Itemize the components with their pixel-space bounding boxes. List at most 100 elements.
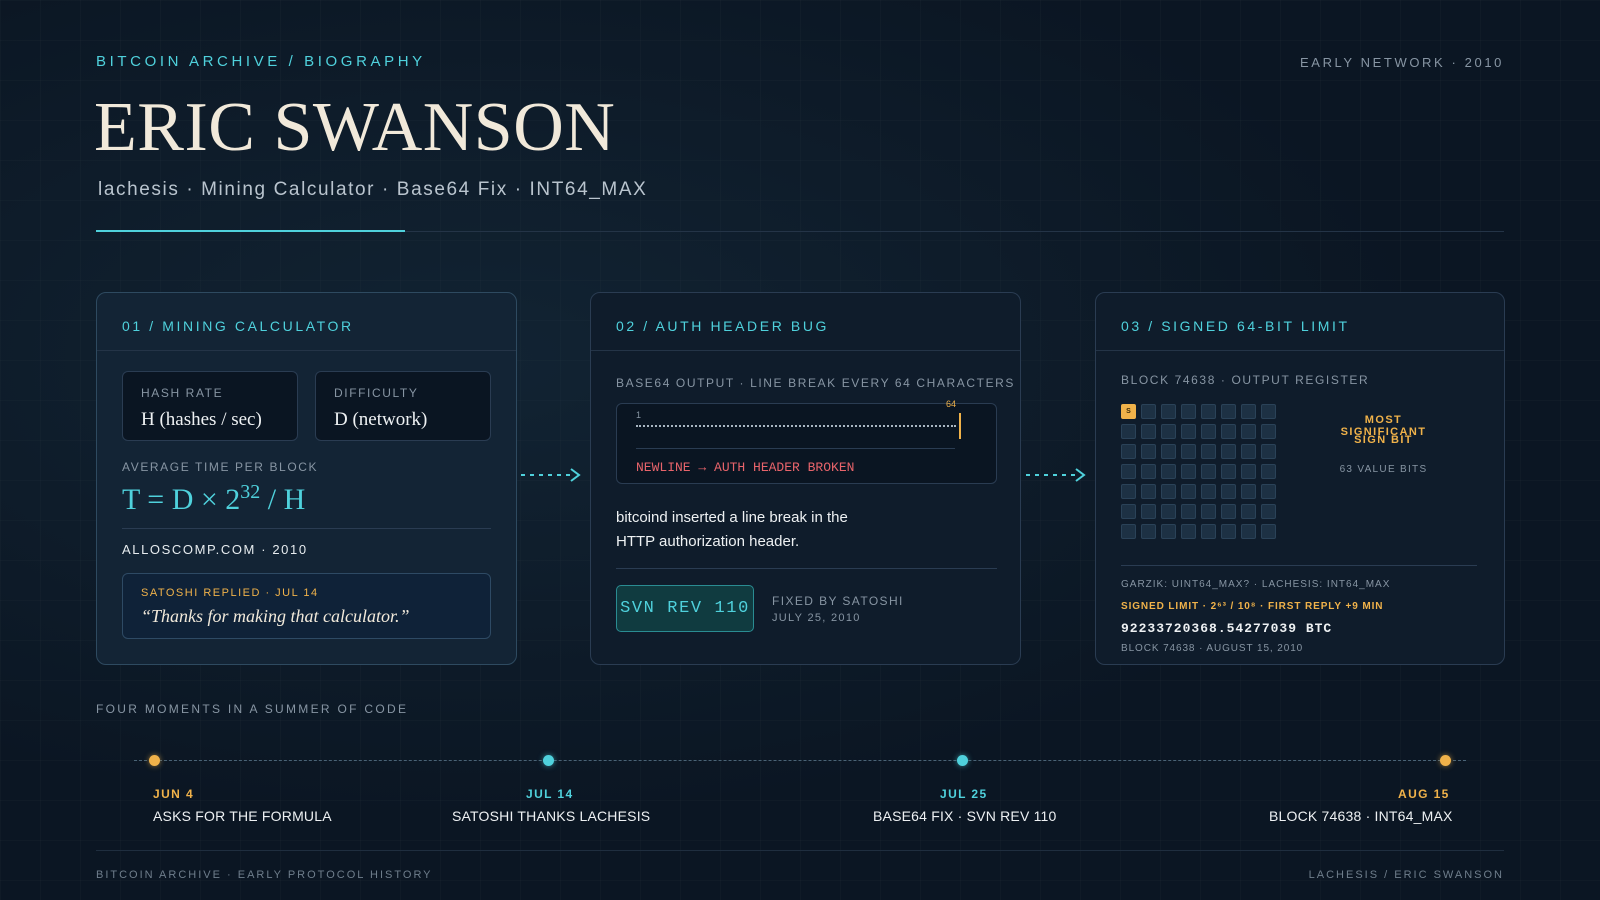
bit-register-grid: S <box>1121 404 1277 539</box>
value-bit-cell <box>1201 524 1216 539</box>
value-bit-cell <box>1241 484 1256 499</box>
moment-text: BLOCK 74638 · INT64_MAX <box>1269 808 1453 824</box>
timeline-dot <box>149 755 160 766</box>
timeline-dot <box>957 755 968 766</box>
moment-date: JUN 4 <box>153 787 195 801</box>
svn-revision-badge: SVN REV 110 <box>616 585 754 632</box>
reply-label: SATOSHI REPLIED · JUL 14 <box>141 587 319 599</box>
hash-rate-field: HASH RATE H (hashes / sec) <box>122 371 298 441</box>
value-bit-cell <box>1201 484 1216 499</box>
value-bit-cell <box>1121 484 1136 499</box>
error-message: NEWLINE → AUTH HEADER BROKEN <box>636 460 855 475</box>
value-bit-cell <box>1181 424 1196 439</box>
line-break-marker <box>959 413 961 439</box>
value-bit-cell <box>1161 424 1176 439</box>
value-bit-cell <box>1121 504 1136 519</box>
site-credit: ALLOSCOMP.COM · 2010 <box>122 542 308 557</box>
value-bit-cell <box>1141 404 1156 419</box>
satoshi-reply-quote: SATOSHI REPLIED · JUL 14 “Thanks for mak… <box>122 573 491 639</box>
arrow-right-icon <box>1026 468 1086 482</box>
signed-64bit-limit-card: 03 / SIGNED 64-BIT LIMIT BLOCK 74638 · O… <box>1095 292 1505 665</box>
value-bit-cell <box>1121 444 1136 459</box>
value-bit-cell <box>1201 464 1216 479</box>
btc-output-value: 92233720368.54277039 BTC <box>1121 621 1333 636</box>
divider <box>616 568 997 569</box>
mining-calculator-card: 01 / MINING CALCULATOR HASH RATE H (hash… <box>96 292 517 665</box>
difficulty-value: D (network) <box>334 409 428 430</box>
block-time-formula: T = D × 232 / H <box>122 481 305 517</box>
value-bit-cell <box>1221 464 1236 479</box>
value-bit-cell <box>1121 524 1136 539</box>
value-bit-cell <box>1221 404 1236 419</box>
value-bit-cell <box>1161 524 1176 539</box>
value-bit-cell <box>1181 504 1196 519</box>
card-title: 01 / MINING CALCULATOR <box>97 293 516 351</box>
value-bit-cell <box>1261 484 1276 499</box>
divider <box>1121 565 1477 566</box>
divider <box>122 528 491 529</box>
garzik-note: GARZIK: UINT64_MAX? · LACHESIS: INT64_MA… <box>1121 579 1391 590</box>
timeline-dot <box>1440 755 1451 766</box>
value-bit-cell <box>1261 464 1276 479</box>
value-bit-cell <box>1241 444 1256 459</box>
footer-right: LACHESIS / ERIC SWANSON <box>1308 869 1504 881</box>
value-bit-cell <box>1241 504 1256 519</box>
value-bit-cell <box>1161 464 1176 479</box>
value-bit-cell <box>1241 524 1256 539</box>
value-bit-cell <box>1181 484 1196 499</box>
moment-date: JUL 25 <box>940 787 988 801</box>
value-bit-cell <box>1201 404 1216 419</box>
value-bit-cell <box>1261 444 1276 459</box>
fixed-by-label: FIXED BY SATOSHI <box>772 594 904 608</box>
value-bit-cell <box>1141 424 1156 439</box>
msb-label-line2: SIGN BIT <box>1354 434 1413 446</box>
moment-date: JUL 14 <box>526 787 574 801</box>
formula-exponent: 32 <box>240 481 261 503</box>
era-label: EARLY NETWORK · 2010 <box>1300 55 1504 70</box>
value-bit-cell <box>1261 424 1276 439</box>
sign-bit-cell: S <box>1121 404 1136 419</box>
page-subtitle: lachesis · Mining Calculator · Base64 Fi… <box>98 179 648 200</box>
value-bit-cell <box>1221 424 1236 439</box>
value-bit-cell <box>1201 504 1216 519</box>
value-bit-cell <box>1241 424 1256 439</box>
hash-rate-label: HASH RATE <box>141 386 224 400</box>
value-bit-cell <box>1201 444 1216 459</box>
value-bit-cell <box>1221 444 1236 459</box>
char-index-end: 64 <box>946 399 957 409</box>
value-bit-cell <box>1141 504 1156 519</box>
value-bit-cell <box>1121 424 1136 439</box>
value-bit-cell <box>1241 404 1256 419</box>
base64-output-display: 1 64 NEWLINE → AUTH HEADER BROKEN <box>616 399 997 484</box>
moment-date: AUG 15 <box>1398 787 1450 801</box>
arrow-right-icon <box>521 468 581 482</box>
value-bit-cell <box>1181 404 1196 419</box>
moment-text: BASE64 FIX · SVN REV 110 <box>873 808 1057 824</box>
footer-divider <box>96 850 1504 851</box>
value-bit-cell <box>1181 524 1196 539</box>
value-bit-cell <box>1221 524 1236 539</box>
page-title: ERIC SWANSON <box>94 89 616 166</box>
value-bit-cell <box>1121 464 1136 479</box>
breadcrumb: BITCOIN ARCHIVE / BIOGRAPHY <box>96 53 426 70</box>
value-bit-cell <box>1161 444 1176 459</box>
timeline-dot <box>543 755 554 766</box>
footer-left: BITCOIN ARCHIVE · EARLY PROTOCOL HISTORY <box>96 869 433 881</box>
value-bit-cell <box>1141 484 1156 499</box>
value-bit-cell <box>1181 464 1196 479</box>
timeline-line <box>134 760 1466 761</box>
formula-prefix: T = D × 2 <box>122 483 241 516</box>
value-bit-cell <box>1161 504 1176 519</box>
card-title: 02 / AUTH HEADER BUG <box>591 293 1020 351</box>
hash-rate-value: H (hashes / sec) <box>141 409 262 430</box>
base64-character-line <box>636 425 956 427</box>
value-bit-cell <box>1141 524 1156 539</box>
signed-limit-note: SIGNED LIMIT · 2⁶³ / 10⁸ · FIRST REPLY +… <box>1121 601 1384 612</box>
reply-quote-text: “Thanks for making that calculator.” <box>141 606 410 626</box>
formula-suffix: / H <box>260 483 306 516</box>
value-bit-cell <box>1261 404 1276 419</box>
base64-output-label: BASE64 OUTPUT · LINE BREAK EVERY 64 CHAR… <box>616 376 1016 390</box>
auth-header-bug-card: 02 / AUTH HEADER BUG BASE64 OUTPUT · LIN… <box>590 292 1021 665</box>
value-bit-cell <box>1201 424 1216 439</box>
difficulty-label: DIFFICULTY <box>334 386 419 400</box>
